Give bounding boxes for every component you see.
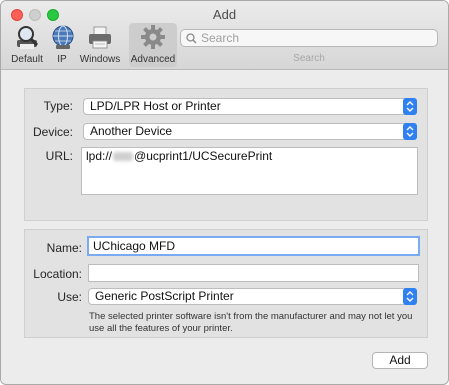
toolbar-default[interactable]: Default [7, 23, 47, 67]
type-label: Type: [43, 99, 73, 113]
toolbar-windows[interactable]: Windows [78, 23, 122, 67]
software-warning-note: The selected printer software isn't from… [89, 311, 413, 334]
toolbar-ip[interactable]: IP [49, 23, 75, 67]
globe-icon [52, 25, 74, 49]
use-value: Generic PostScript Printer [95, 289, 234, 303]
url-prefix: lpd:// [86, 149, 113, 163]
title-toolbar: Add Default IP Windows Advanced Search S… [1, 1, 448, 70]
name-field[interactable]: UChicago MFD [87, 236, 420, 256]
redacted-username [113, 152, 134, 162]
search-caption: Search [293, 53, 325, 64]
search-input[interactable] [201, 30, 431, 46]
type-popup[interactable]: LPD/LPR Host or Printer [83, 98, 417, 115]
device-popup[interactable]: Another Device [83, 123, 417, 140]
type-value: LPD/LPR Host or Printer [90, 99, 221, 113]
device-value: Another Device [90, 124, 173, 138]
use-label: Use: [57, 290, 82, 304]
add-printer-window: Add Default IP Windows Advanced Search S… [0, 0, 449, 385]
add-button[interactable]: Add [372, 352, 428, 369]
toolbar-ip-label: IP [57, 54, 67, 65]
popup-chevron-icon [403, 288, 417, 305]
search-box[interactable] [180, 29, 438, 47]
use-popup[interactable]: Generic PostScript Printer [88, 288, 417, 305]
toolbar-default-label: Default [11, 54, 43, 65]
windows-printer-icon [89, 26, 111, 49]
location-field[interactable] [88, 264, 419, 282]
window-title: Add [212, 7, 237, 22]
toolbar-advanced-label: Advanced [130, 54, 176, 65]
popup-chevron-icon [403, 98, 417, 115]
gear-icon [141, 25, 165, 49]
device-label: Device: [32, 125, 73, 139]
popup-chevron-icon [403, 123, 417, 140]
toolbar-advanced[interactable]: Advanced [129, 23, 177, 67]
magnifier-printer-icon [17, 26, 39, 49]
search-icon [186, 33, 197, 44]
url-field[interactable]: lpd:// @ucprint1/UCSecurePrint [81, 147, 418, 195]
url-suffix: @ucprint1/UCSecurePrint [134, 149, 273, 163]
url-label: URL: [45, 149, 73, 163]
name-label: Name: [46, 241, 82, 255]
location-label: Location: [33, 267, 82, 281]
toolbar-windows-label: Windows [79, 54, 121, 65]
